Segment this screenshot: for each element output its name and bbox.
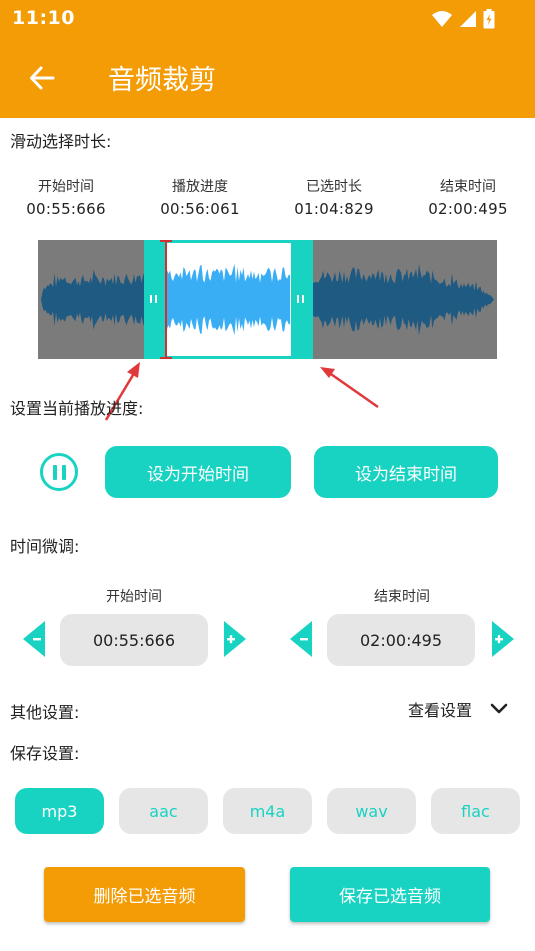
format-aac[interactable]: aac: [119, 788, 208, 834]
save-selected-button[interactable]: 保存已选音频: [290, 867, 490, 922]
end-increase-button[interactable]: [488, 619, 518, 659]
format-mp3[interactable]: mp3: [15, 788, 104, 834]
save-settings-label: 保存设置:: [10, 744, 80, 763]
start-decrease-button[interactable]: [19, 619, 49, 659]
fine-start-heading: 开始时间: [106, 589, 162, 605]
end-time-field[interactable]: 02:00:495: [327, 614, 475, 666]
start-increase-button[interactable]: [220, 619, 250, 659]
pause-icon: [61, 464, 66, 480]
format-flac[interactable]: flac: [431, 788, 520, 834]
format-wav[interactable]: wav: [327, 788, 416, 834]
format-m4a[interactable]: m4a: [223, 788, 312, 834]
view-settings-label: 查看设置: [408, 701, 473, 720]
pause-button[interactable]: [40, 453, 78, 491]
chevron-down-icon: [490, 703, 508, 714]
delete-selected-button[interactable]: 删除已选音频: [44, 867, 245, 922]
other-settings-label: 其他设置:: [10, 703, 80, 722]
pause-icon: [52, 464, 57, 480]
playback-label: 设置当前播放进度:: [10, 399, 144, 418]
set-start-button[interactable]: 设为开始时间: [105, 446, 291, 498]
arrow-annotation-icon: [320, 367, 379, 409]
end-decrease-button[interactable]: [286, 619, 316, 659]
view-settings-toggle[interactable]: 查看设置: [408, 697, 508, 721]
start-time-field[interactable]: 00:55:666: [60, 614, 208, 666]
fine-end-heading: 结束时间: [374, 589, 430, 605]
set-end-button[interactable]: 设为结束时间: [314, 446, 498, 498]
fine-tune-label: 时间微调:: [10, 537, 80, 556]
